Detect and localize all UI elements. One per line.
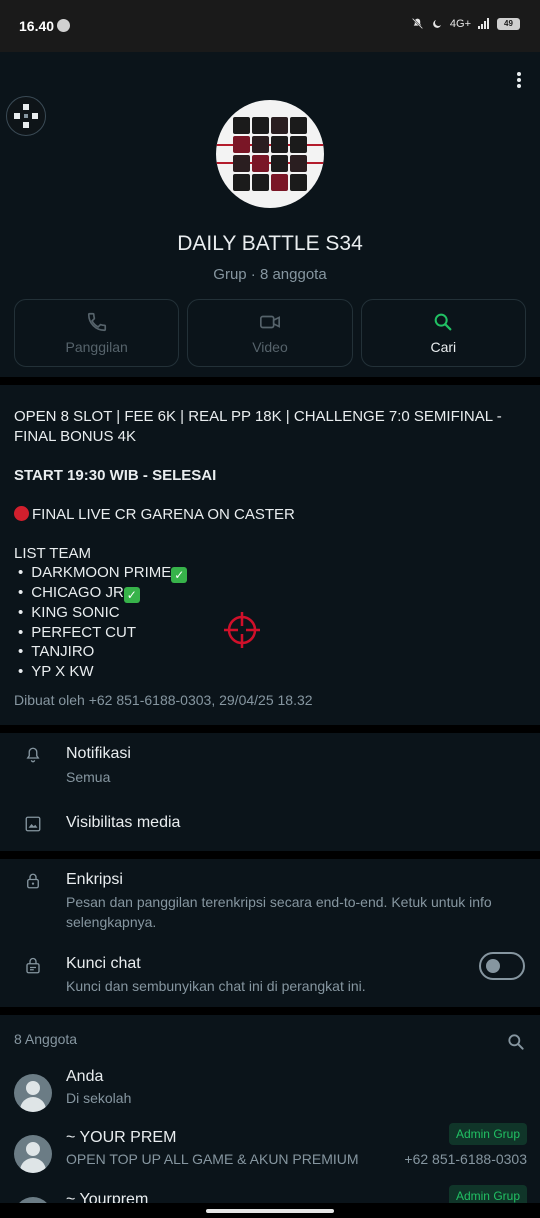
description-start-time: START 19:30 WIB - SELESAI <box>14 466 217 484</box>
group-member-count: Grup · 8 anggota <box>213 266 327 283</box>
encryption-title: Enkripsi <box>66 871 123 888</box>
check-icon: ✓ <box>123 587 140 603</box>
notifications-value: Semua <box>66 769 111 785</box>
settings-section-2: Enkripsi Pesan dan panggilan terenkripsi… <box>0 859 540 1007</box>
status-icons: 4G+ 49 <box>411 17 520 30</box>
team-list: DARKMOON PRIME✓ CHICAGO JR✓ KING SONIC P… <box>14 563 526 681</box>
settings-section-1: Notifikasi Semua Visibilitas media <box>0 733 540 851</box>
team-item: YP X KW <box>14 662 526 682</box>
back-button[interactable] <box>6 96 46 136</box>
mute-icon <box>411 18 423 29</box>
description-final-live: FINAL LIVE CR GARENA ON CASTER <box>14 505 526 525</box>
back-arrow-icon <box>14 104 38 128</box>
phone-icon <box>87 312 106 332</box>
call-button[interactable]: Panggilan <box>14 299 180 367</box>
admin-badge: Admin Grup <box>448 1123 527 1145</box>
search-icon <box>434 313 452 331</box>
group-name[interactable]: DAILY BATTLE S34 <box>0 232 540 256</box>
video-icon <box>259 315 280 329</box>
lock-icon <box>27 873 39 889</box>
encryption-description: Pesan dan panggilan terenkripsi secara e… <box>66 894 492 930</box>
group-avatar[interactable] <box>216 100 324 208</box>
call-label: Panggilan <box>65 339 128 355</box>
chat-lock-icon <box>26 957 40 974</box>
settings-gear-icon <box>57 19 70 32</box>
chat-lock-description: Kunci dan sembunyikan chat ini di perang… <box>66 978 366 994</box>
signal-icon <box>478 18 489 29</box>
media-visibility-title: Visibilitas media <box>66 814 181 831</box>
chat-lock-title: Kunci chat <box>66 955 141 972</box>
member-status: OPEN TOP UP ALL GAME & AKUN PREMIUM <box>66 1151 359 1167</box>
group-header: DAILY BATTLE S34 Grup · 8 anggota Panggi… <box>0 52 540 377</box>
members-search-icon[interactable] <box>506 1032 526 1052</box>
team-item: KING SONIC <box>14 603 526 623</box>
media-visibility-row[interactable]: Visibilitas media <box>0 803 540 847</box>
notifications-row[interactable]: Notifikasi Semua <box>0 733 540 793</box>
system-nav-bar <box>0 1203 540 1218</box>
team-item: DARKMOON PRIME✓ <box>14 563 526 583</box>
notifications-title: Notifikasi <box>66 745 131 762</box>
team-item: PERFECT CUT <box>14 623 526 643</box>
description-list-title: LIST TEAM <box>14 544 91 562</box>
encryption-row[interactable]: Enkripsi Pesan dan panggilan terenkripsi… <box>0 859 540 939</box>
team-item: CHICAGO JR✓ <box>14 583 526 603</box>
more-options-button[interactable] <box>512 70 526 90</box>
chat-lock-row[interactable]: Kunci chat Kunci dan sembunyikan chat in… <box>0 945 540 1001</box>
red-circle-icon <box>14 505 29 521</box>
description-headline: OPEN 8 SLOT | FEE 6K | REAL PP 18K | CHA… <box>14 408 502 445</box>
image-icon <box>25 816 41 832</box>
home-indicator[interactable] <box>206 1209 334 1213</box>
team-item: TANJIRO <box>14 642 526 662</box>
member-status: Di sekolah <box>66 1090 132 1106</box>
section-divider <box>0 725 540 733</box>
video-label: Video <box>252 339 288 355</box>
battery-icon: 49 <box>497 17 520 30</box>
action-row: Panggilan Video Cari <box>14 299 526 367</box>
created-by-text: Dibuat oleh +62 851-6188-0303, 29/04/25 … <box>14 692 313 708</box>
video-button[interactable]: Video <box>187 299 353 367</box>
status-bar: 16.40 4G+ 49 <box>0 0 540 52</box>
members-count: 8 Anggota <box>14 1031 78 1047</box>
member-name: ~ YOUR PREM <box>66 1129 177 1146</box>
chat-lock-toggle[interactable] <box>479 952 525 980</box>
crosshair-icon <box>224 612 260 648</box>
avatar <box>14 1135 52 1173</box>
avatar <box>14 1074 52 1112</box>
check-icon: ✓ <box>171 567 188 583</box>
member-name: Anda <box>66 1068 104 1085</box>
status-time: 16.40 <box>19 18 55 34</box>
search-button[interactable]: Cari <box>360 299 526 367</box>
group-description[interactable]: OPEN 8 SLOT | FEE 6K | REAL PP 18K | CHA… <box>0 385 540 725</box>
search-label: Cari <box>430 339 457 355</box>
section-divider <box>0 377 540 385</box>
members-section: 8 Anggota Anda Di sekolah ~ YOUR PREM OP… <box>0 1015 540 1218</box>
section-divider <box>0 1007 540 1015</box>
member-phone: +62 851-6188-0303 <box>404 1151 527 1167</box>
section-divider <box>0 851 540 859</box>
network-indicator: 4G+ <box>449 17 471 30</box>
bell-icon <box>26 747 40 763</box>
dnd-moon-icon <box>433 19 441 28</box>
